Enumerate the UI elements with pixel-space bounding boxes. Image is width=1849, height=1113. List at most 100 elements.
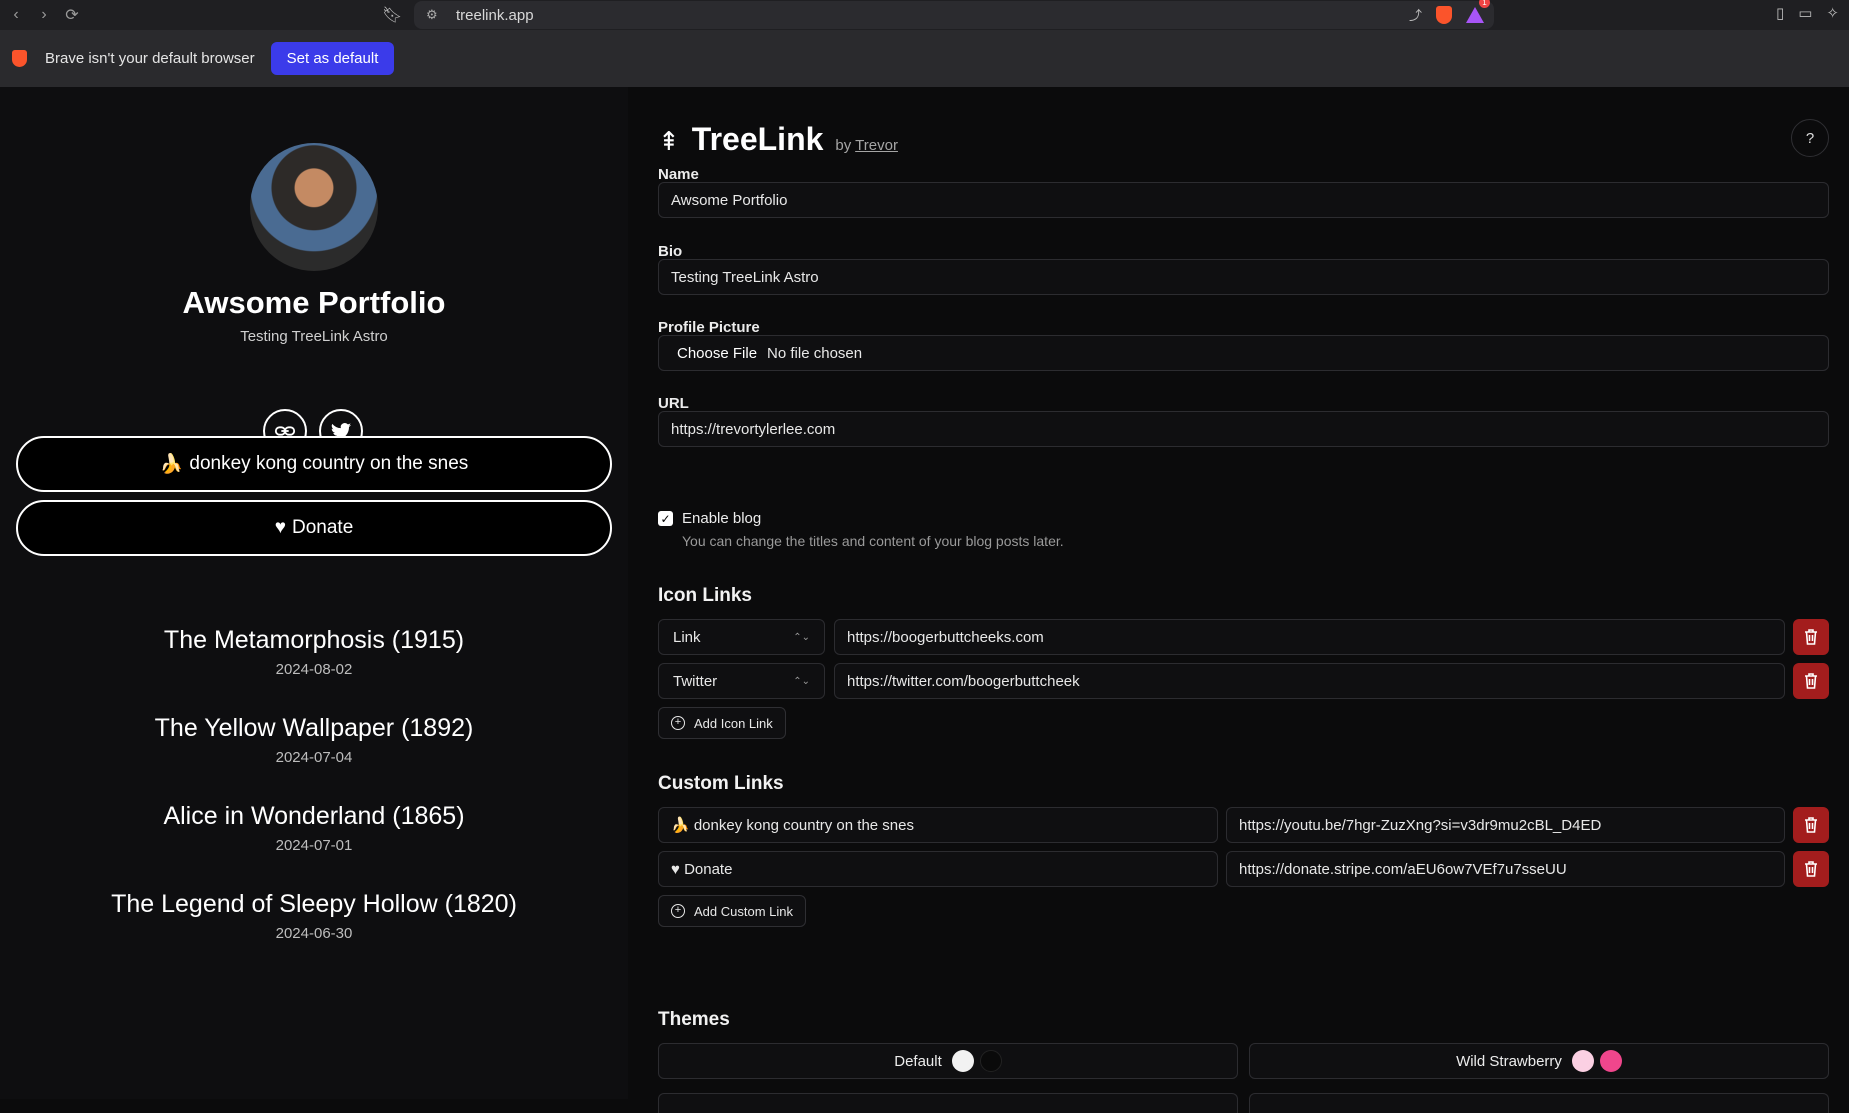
- brand-title: TreeLink: [691, 121, 824, 157]
- icon-links-title: Icon Links: [658, 585, 752, 606]
- trash-icon: [1805, 817, 1817, 833]
- blog-post-title[interactable]: Alice in Wonderland (1865): [0, 802, 628, 831]
- blog-post-date: 2024-07-01: [275, 837, 353, 854]
- bookmark-icon[interactable]: 🔖︎: [382, 5, 402, 25]
- bio-input[interactable]: Testing TreeLink Astro: [658, 259, 1829, 295]
- blog-post-title[interactable]: The Legend of Sleepy Hollow (1820): [0, 890, 628, 919]
- custom-link-label-input[interactable]: 🍌 donkey kong country on the snes: [658, 807, 1218, 843]
- icon-link-type-value: Twitter: [673, 672, 718, 690]
- brave-rewards-icon[interactable]: 1: [1466, 0, 1490, 23]
- preview-name: Awsome Portfolio: [182, 285, 446, 320]
- theme-card-next[interactable]: [658, 1093, 1238, 1113]
- default-browser-infobar: Brave isn't your default browser Set as …: [0, 30, 1849, 87]
- icon-link-type-select[interactable]: Twitter ⌃⌄: [658, 663, 825, 699]
- browser-toolbar: ‹ › ⟳ 🔖︎ ⚙ treelink.app ⤴ 1 ▯ ▭ ✧: [0, 0, 1849, 30]
- share-icon[interactable]: ⤴: [1409, 5, 1422, 24]
- set-default-button[interactable]: Set as default: [270, 42, 395, 75]
- theme-name: Default: [894, 1052, 942, 1070]
- heart-icon: ♥: [274, 517, 286, 538]
- help-button[interactable]: ?: [1791, 119, 1829, 157]
- forward-icon[interactable]: ›: [30, 1, 58, 29]
- plus-circle-icon: +: [671, 716, 685, 730]
- avatar: [250, 143, 378, 271]
- blog-post-date: 2024-06-30: [275, 925, 353, 942]
- url-input[interactable]: https://trevortylerlee.com: [658, 411, 1829, 447]
- name-input[interactable]: Awsome Portfolio: [658, 182, 1829, 218]
- delete-custom-link-button[interactable]: [1793, 851, 1829, 887]
- address-bar[interactable]: ⚙ treelink.app ⤴ 1: [414, 0, 1494, 29]
- blog-post[interactable]: The Yellow Wallpaper (1892) 2024-07-04: [0, 714, 628, 766]
- theme-wild-strawberry[interactable]: Wild Strawberry: [1249, 1043, 1829, 1079]
- custom-links-title: Custom Links: [658, 773, 784, 794]
- no-file-text: No file chosen: [767, 344, 863, 362]
- blog-post[interactable]: The Legend of Sleepy Hollow (1820) 2024-…: [0, 890, 628, 942]
- blog-post[interactable]: Alice in Wonderland (1865) 2024-07-01: [0, 802, 628, 854]
- enable-blog-checkbox[interactable]: ✓: [658, 511, 673, 526]
- custom-link-url-input[interactable]: https://donate.stripe.com/aEU6ow7VEf7u7s…: [1226, 851, 1785, 887]
- theme-swatch-accent: [1599, 1050, 1622, 1072]
- url-label: URL: [658, 395, 689, 412]
- address-url: treelink.app: [456, 6, 534, 24]
- add-custom-link-label: Add Custom Link: [694, 903, 793, 919]
- delete-custom-link-button[interactable]: [1793, 807, 1829, 843]
- reload-icon[interactable]: ⟳: [58, 1, 86, 29]
- theme-swatch-dark: [979, 1050, 1002, 1072]
- add-icon-link-button[interactable]: + Add Icon Link: [658, 707, 786, 739]
- brave-shields-icon[interactable]: [1436, 5, 1452, 24]
- enable-blog-row: ✓ Enable blog: [658, 510, 761, 527]
- custom-link-label-input[interactable]: ♥ Donate: [658, 851, 1218, 887]
- choose-file-button[interactable]: Choose File: [677, 345, 757, 362]
- delete-icon-link-button[interactable]: [1793, 619, 1829, 655]
- brand-by-text: by: [835, 137, 852, 154]
- preview-link-label: donkey kong country on the snes: [189, 453, 469, 474]
- bio-label: Bio: [658, 243, 683, 260]
- enable-blog-label[interactable]: Enable blog: [682, 510, 761, 527]
- blog-post[interactable]: The Metamorphosis (1915) 2024-08-02: [0, 626, 628, 678]
- infobar-message: Brave isn't your default browser: [45, 50, 255, 67]
- brand-byline: by Trevor: [835, 137, 898, 154]
- site-settings-icon[interactable]: ⚙: [426, 7, 442, 23]
- preview-bio: Testing TreeLink Astro: [240, 328, 388, 345]
- delete-icon-link-button[interactable]: [1793, 663, 1829, 699]
- icon-link-type-value: Link: [673, 628, 701, 646]
- author-link[interactable]: Trevor: [855, 137, 898, 154]
- profile-preview: Awsome Portfolio Testing TreeLink Astro …: [0, 87, 628, 1099]
- leo-ai-icon[interactable]: ✧: [1826, 4, 1839, 22]
- add-custom-link-button[interactable]: + Add Custom Link: [658, 895, 806, 927]
- profile-picture-input[interactable]: Choose File No file chosen: [658, 335, 1829, 371]
- icon-link-url-input[interactable]: https://boogerbuttcheeks.com: [834, 619, 1785, 655]
- icon-link-url-input[interactable]: https://twitter.com/boogerbuttcheek: [834, 663, 1785, 699]
- name-label: Name: [658, 166, 699, 183]
- blog-post-title[interactable]: The Yellow Wallpaper (1892): [0, 714, 628, 743]
- preview-link-donate[interactable]: ♥ Donate: [16, 500, 612, 556]
- trash-icon: [1805, 673, 1817, 689]
- brand: ⇞ TreeLink by Trevor: [658, 121, 898, 158]
- themes-title: Themes: [658, 1009, 730, 1030]
- wallet-icon[interactable]: ▭: [1798, 4, 1812, 22]
- profile-picture-label: Profile Picture: [658, 319, 760, 336]
- add-icon-link-label: Add Icon Link: [694, 715, 773, 731]
- chevron-updown-icon: ⌃⌄: [793, 631, 810, 643]
- back-icon[interactable]: ‹: [2, 1, 30, 29]
- sidebar-icon[interactable]: ▯: [1776, 4, 1784, 22]
- tree-icon: ⇞: [658, 126, 680, 156]
- blog-post-date: 2024-07-04: [275, 749, 353, 766]
- custom-link-url-input[interactable]: https://youtu.be/7hgr-ZuzXng?si=v3dr9mu2…: [1226, 807, 1785, 843]
- theme-default[interactable]: Default: [658, 1043, 1238, 1079]
- trash-icon: [1805, 629, 1817, 645]
- enable-blog-hint: You can change the titles and content of…: [682, 533, 1064, 549]
- banana-emoji: 🍌: [159, 454, 184, 475]
- icon-link-type-select[interactable]: Link ⌃⌄: [658, 619, 825, 655]
- trash-icon: [1805, 861, 1817, 877]
- theme-swatch-light: [1571, 1050, 1594, 1072]
- blog-post-title[interactable]: The Metamorphosis (1915): [0, 626, 628, 655]
- plus-circle-icon: +: [671, 904, 685, 918]
- preview-link-label: Donate: [292, 517, 354, 538]
- theme-name: Wild Strawberry: [1456, 1052, 1562, 1070]
- brave-logo-icon: [12, 50, 27, 67]
- chevron-updown-icon: ⌃⌄: [793, 675, 810, 687]
- theme-swatch-light: [951, 1050, 974, 1072]
- editor-panel: ⇞ TreeLink by Trevor ? Name Awsome Portf…: [628, 87, 1849, 1113]
- preview-link-donkey-kong[interactable]: 🍌 donkey kong country on the snes: [16, 436, 612, 492]
- theme-card-next[interactable]: [1249, 1093, 1829, 1113]
